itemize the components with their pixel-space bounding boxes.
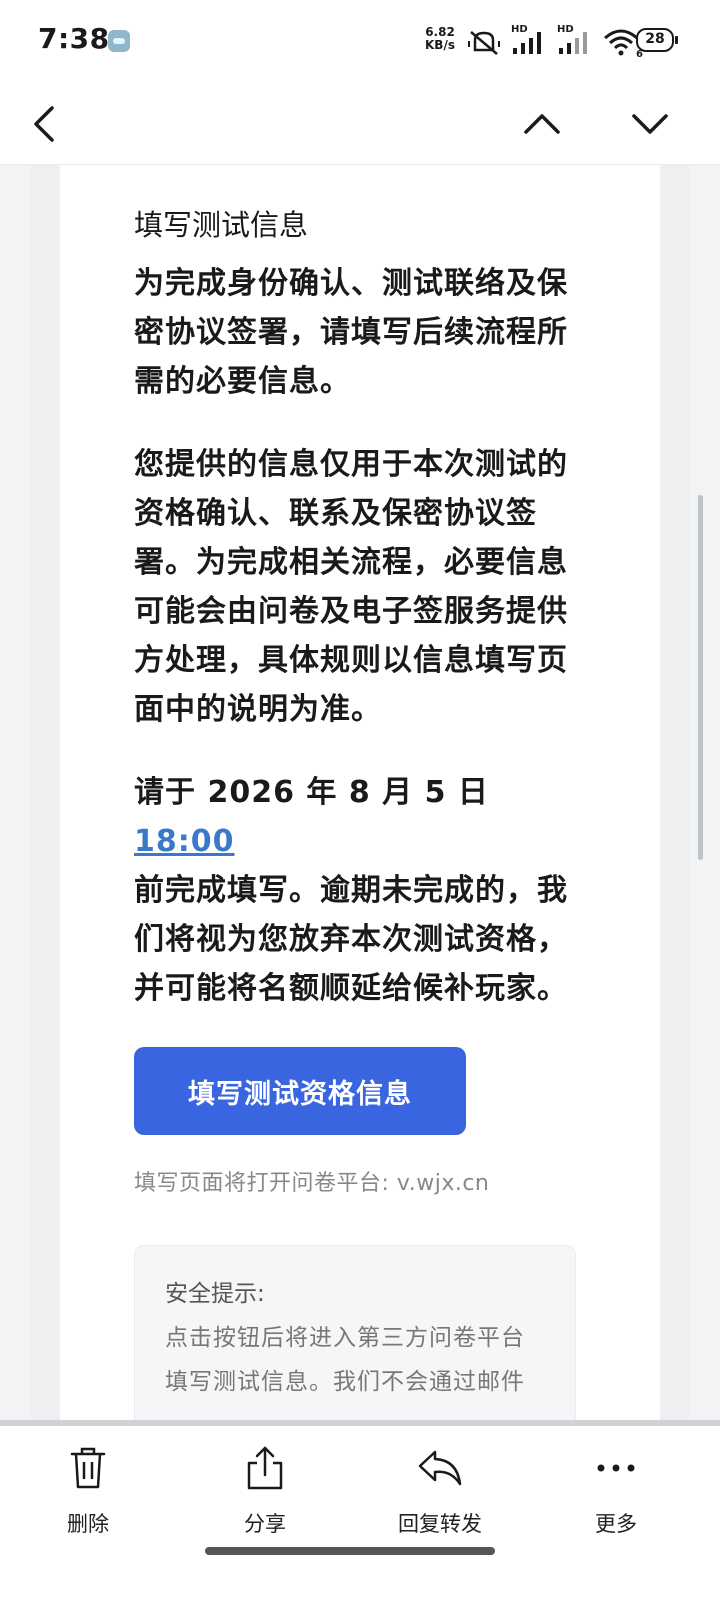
mail-content: 填写测试信息 为完成身份确认、测试联络及保密协议签署，请填写后续流程所需的必要信… bbox=[134, 205, 584, 1440]
more-label: 更多 bbox=[595, 1512, 637, 1536]
mail-nav-bar bbox=[0, 82, 720, 165]
signal-strength-icon: HD bbox=[511, 24, 547, 56]
more-button[interactable]: 更多 bbox=[556, 1442, 676, 1538]
next-mail-button[interactable] bbox=[626, 100, 674, 148]
signal-strength-2-icon: HD bbox=[557, 24, 593, 56]
more-dots-icon bbox=[556, 1442, 676, 1494]
safety-tip-title: 安全提示: bbox=[165, 1281, 265, 1307]
trash-icon bbox=[28, 1442, 148, 1494]
deadline-prefix: 请于 2026 年 8 月 5 日 bbox=[134, 775, 489, 810]
delete-button[interactable]: 删除 bbox=[28, 1442, 148, 1538]
mail-heading: 填写测试信息 bbox=[134, 208, 309, 242]
back-button[interactable] bbox=[20, 100, 68, 148]
intro-paragraph: 为完成身份确认、测试联络及保密协议签署，请填写后续流程所需的必要信息。 bbox=[134, 266, 568, 399]
safety-tip-text: 点击按钮后将进入第三方问卷平台填写测试信息。我们不会通过邮件 bbox=[165, 1325, 525, 1395]
scrollbar[interactable] bbox=[698, 495, 703, 860]
share-icon bbox=[205, 1442, 325, 1494]
share-button[interactable]: 分享 bbox=[205, 1442, 325, 1538]
status-icons: HD HD 6 bbox=[467, 24, 643, 60]
privacy-paragraph: 您提供的信息仅用于本次测试的资格确认、联系及保密协议签署。为完成相关流程，必要信… bbox=[134, 447, 568, 727]
chevron-down-icon bbox=[632, 114, 668, 134]
deadline-time-link[interactable]: 18:00 bbox=[134, 824, 235, 859]
battery-icon: 28 bbox=[636, 28, 678, 52]
reply-icon bbox=[380, 1442, 500, 1494]
wifi-icon: 6 bbox=[603, 28, 643, 60]
chevron-left-icon bbox=[34, 106, 54, 142]
home-indicator[interactable] bbox=[205, 1547, 495, 1555]
signal-hd-label: HD bbox=[511, 24, 528, 35]
chevron-up-icon bbox=[524, 114, 560, 134]
app-notification-icon bbox=[108, 30, 130, 52]
deadline-paragraph: 请于 2026 年 8 月 5 日 18:00 前完成填写。逾期未完成的，我们将视… bbox=[134, 768, 584, 1013]
mute-vibrate-icon bbox=[467, 28, 501, 56]
status-bar: 7:38 6.82 KB/s HD HD 6 28 bbox=[0, 0, 720, 82]
fill-qualification-button[interactable]: 填写测试资格信息 bbox=[134, 1047, 466, 1135]
deadline-suffix: 前完成填写。逾期未完成的，我们将视为您放弃本次测试资格，并可能将名额顺延给候补玩… bbox=[134, 873, 568, 1006]
bottom-toolbar: 删除 分享 回复转发 更多 bbox=[0, 1420, 720, 1602]
previous-mail-button[interactable] bbox=[518, 100, 566, 148]
platform-note: 填写页面将打开问卷平台: v.wjx.cn bbox=[134, 1171, 490, 1196]
reply-forward-label: 回复转发 bbox=[398, 1512, 482, 1536]
clock: 7:38 bbox=[38, 22, 110, 55]
signal-hd-label-2: HD bbox=[557, 24, 574, 35]
reply-forward-button[interactable]: 回复转发 bbox=[380, 1442, 500, 1538]
mail-card: 填写测试信息 为完成身份确认、测试联络及保密协议签署，请填写后续流程所需的必要信… bbox=[60, 165, 660, 1440]
delete-label: 删除 bbox=[67, 1512, 109, 1536]
safety-tip-box: 安全提示: 点击按钮后将进入第三方问卷平台填写测试信息。我们不会通过邮件 bbox=[134, 1245, 576, 1440]
network-speed-unit: KB/s bbox=[425, 38, 455, 52]
share-label: 分享 bbox=[244, 1512, 286, 1536]
battery-level: 28 bbox=[645, 31, 665, 47]
network-speed: 6.82 KB/s bbox=[425, 26, 455, 52]
